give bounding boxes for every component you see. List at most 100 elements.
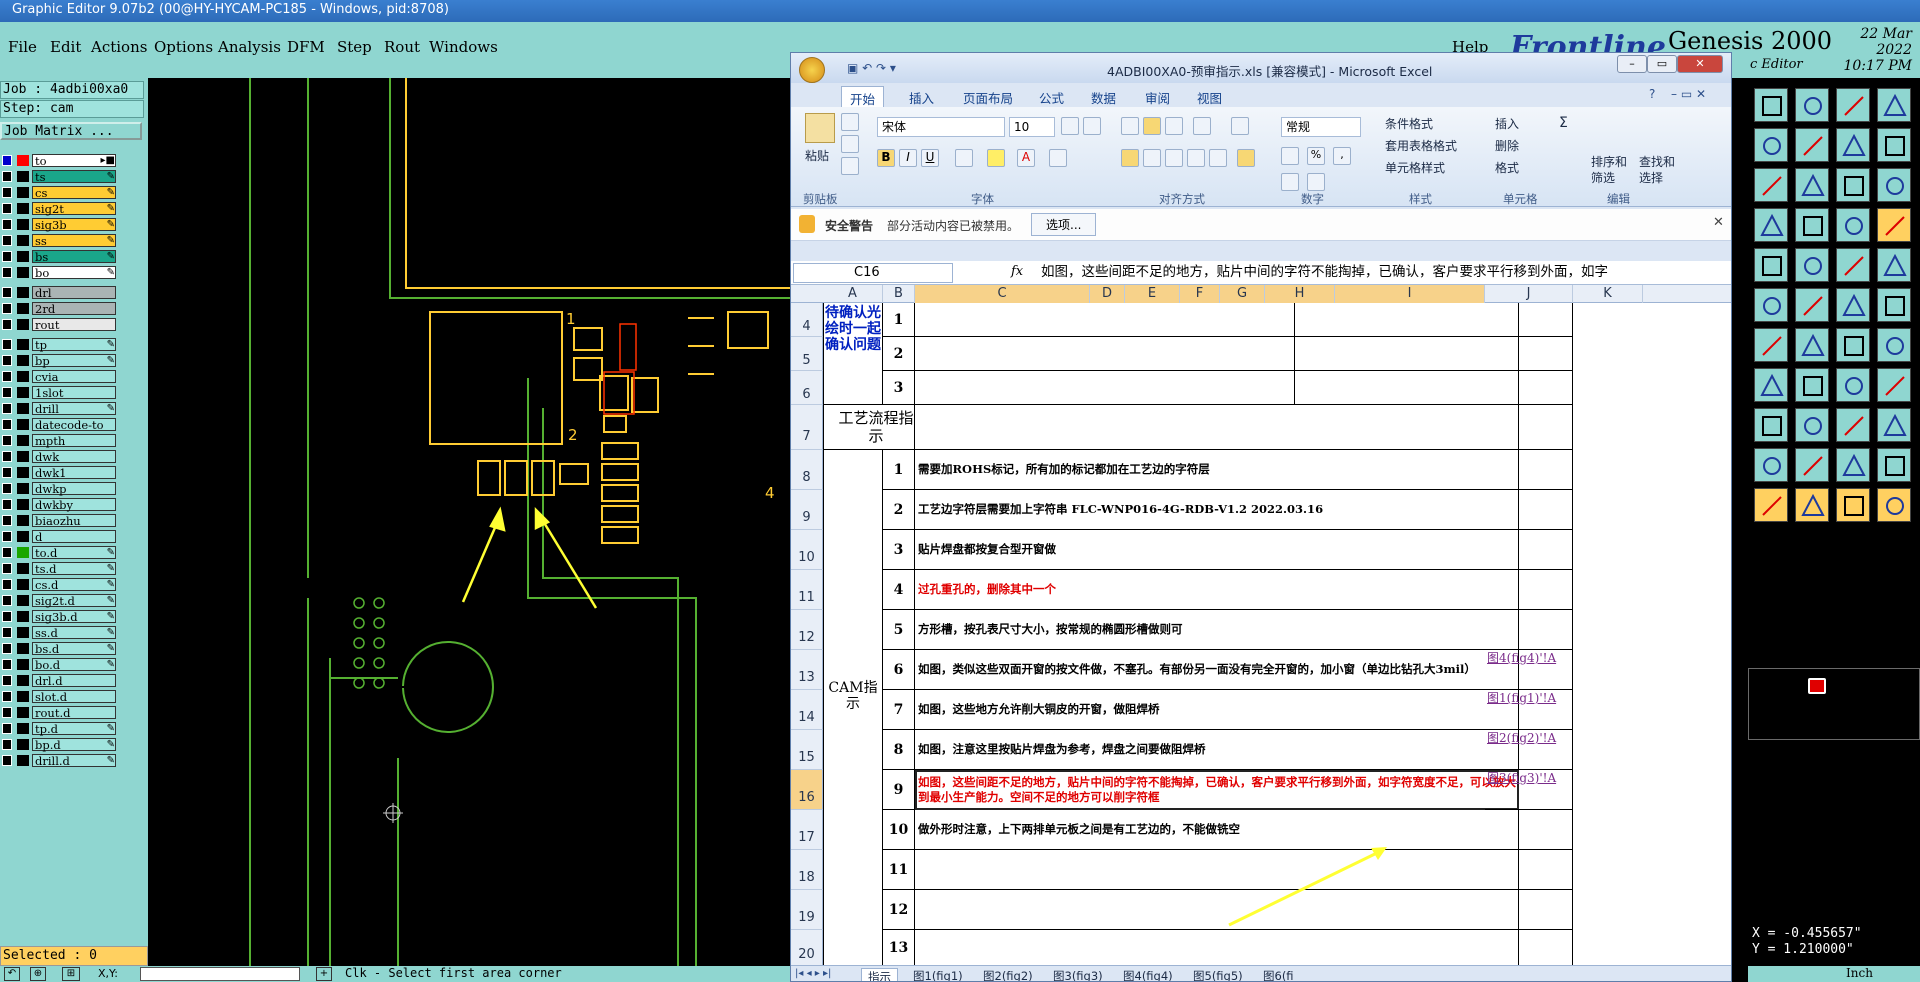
layer-name[interactable]: bs.d	[32, 642, 116, 656]
cam-item-link[interactable]	[1485, 850, 1573, 890]
layer-row[interactable]: to.d ✎	[0, 546, 118, 560]
menu-actions[interactable]: Actions	[91, 38, 147, 56]
layer-color-swatch[interactable]	[17, 303, 29, 314]
layer-row[interactable]: bp ✎	[0, 354, 118, 368]
pending-text-cell[interactable]	[915, 337, 1295, 371]
column-header[interactable]: E	[1125, 285, 1180, 303]
pending-text-cell[interactable]	[915, 303, 1295, 337]
cam-item-text[interactable]	[915, 930, 1519, 966]
cam-item-link[interactable]	[1485, 450, 1573, 490]
layer-checkbox[interactable]	[2, 515, 12, 526]
sheet-tab[interactable]: 图4(fig4)	[1123, 968, 1173, 981]
row-header[interactable]: 8	[791, 450, 823, 490]
layer-color-swatch[interactable]	[17, 419, 29, 430]
fx-icon[interactable]: fx	[1011, 264, 1023, 279]
cam-item-text[interactable]: 贴片焊盘都按复合型开窗做	[915, 530, 1519, 570]
tool-button-icon[interactable]	[1877, 328, 1911, 362]
cam-item-text[interactable]: 如图，这些地方允许削大铜皮的开窗，做阻焊桥	[915, 690, 1519, 730]
tool-button-icon[interactable]	[1877, 208, 1911, 242]
layer-row[interactable]: datecode-to	[0, 418, 118, 432]
font-name-select[interactable]: 宋体	[877, 117, 1005, 137]
sort-filter-button[interactable]: 排序和	[1591, 153, 1627, 170]
layer-checkbox[interactable]	[2, 547, 12, 558]
row-header[interactable]: 6	[791, 371, 823, 405]
column-header[interactable]: D	[1090, 285, 1125, 303]
pending-section-cell[interactable]: 待确认光绘时一起确认问题	[823, 303, 883, 405]
layer-checkbox[interactable]	[2, 675, 12, 686]
layer-color-swatch[interactable]	[17, 371, 29, 382]
layer-checkbox[interactable]	[2, 627, 12, 638]
layer-row[interactable]: ss.d ✎	[0, 626, 118, 640]
layer-name[interactable]: drill	[32, 402, 116, 416]
tool-button-icon[interactable]	[1754, 488, 1788, 522]
cell-style-button[interactable]: 单元格样式	[1385, 159, 1445, 176]
job-matrix-button[interactable]: Job Matrix ...	[0, 122, 142, 140]
tool-button-icon[interactable]	[1877, 368, 1911, 402]
row-header[interactable]: 15	[791, 730, 823, 770]
layer-name[interactable]: bo	[32, 266, 116, 280]
tool-button-icon[interactable]	[1877, 408, 1911, 442]
menu-file[interactable]: File	[8, 38, 37, 56]
cam-item-number[interactable]: 11	[883, 850, 915, 890]
layer-color-swatch[interactable]	[17, 643, 29, 654]
cam-item-number[interactable]: 8	[883, 730, 915, 770]
layer-row[interactable]: bo ✎	[0, 266, 118, 280]
grow-font-icon[interactable]	[1061, 117, 1079, 135]
tool-button-icon[interactable]	[1836, 368, 1870, 402]
align-left-icon[interactable]	[1121, 149, 1139, 167]
zoom-icon[interactable]: ⊕	[30, 967, 46, 981]
layer-name[interactable]: dwkby	[32, 498, 116, 512]
layer-name[interactable]: cs.d	[32, 578, 116, 592]
layer-row[interactable]: bp.d ✎	[0, 738, 118, 752]
layer-color-swatch[interactable]	[17, 691, 29, 702]
layer-color-swatch[interactable]	[17, 155, 29, 166]
layer-name[interactable]: rout	[32, 318, 116, 332]
sheet-tab[interactable]: 图6(fi	[1263, 968, 1294, 981]
cam-item-text[interactable]	[915, 850, 1519, 890]
layer-row[interactable]: sig3b.d ✎	[0, 610, 118, 624]
row-header[interactable]: 18	[791, 850, 823, 890]
cam-item-number[interactable]: 13	[883, 930, 915, 966]
layer-row[interactable]: rout.d	[0, 706, 118, 720]
tool-button-icon[interactable]	[1795, 168, 1829, 202]
tool-button-icon[interactable]	[1795, 488, 1829, 522]
cam-item-number[interactable]: 2	[883, 490, 915, 530]
tool-button-icon[interactable]	[1754, 368, 1788, 402]
tool-button-icon[interactable]	[1836, 328, 1870, 362]
layer-name[interactable]: tp	[32, 338, 116, 352]
layer-name[interactable]: cs	[32, 186, 116, 200]
tool-button-icon[interactable]	[1795, 328, 1829, 362]
process-section-cell[interactable]: 工艺流程指示	[823, 405, 915, 450]
layer-row[interactable]: tp.d ✎	[0, 722, 118, 736]
layer-checkbox[interactable]	[2, 387, 12, 398]
layer-checkbox[interactable]	[2, 467, 12, 478]
sheet-grid[interactable]: ABCDEFGHIJK 4 5 6 7 8 9 10 11 12 13 14 15 16 17 18 19 20…	[791, 285, 1731, 966]
column-header[interactable]: H	[1265, 285, 1335, 303]
tool-button-icon[interactable]	[1877, 168, 1911, 202]
layer-checkbox[interactable]	[2, 303, 12, 314]
layer-row[interactable]: ss ✎	[0, 234, 118, 248]
layer-color-swatch[interactable]	[17, 531, 29, 542]
cam-item-number[interactable]: 6	[883, 650, 915, 690]
ruler-icon[interactable]: ⊞	[62, 967, 80, 981]
tool-button-icon[interactable]	[1836, 208, 1870, 242]
layer-color-swatch[interactable]	[17, 251, 29, 262]
cam-item-link[interactable]: 图3(fig3)'!A	[1485, 770, 1573, 810]
paste-label[interactable]: 粘贴	[805, 147, 829, 164]
cam-item-text[interactable]: 如图，注意这里按贴片焊盘为参考，焊盘之间要做阻焊桥	[915, 730, 1519, 770]
pending-number-cell[interactable]: 3	[883, 371, 915, 405]
layer-checkbox[interactable]	[2, 171, 12, 182]
row-header[interactable]: 7	[791, 405, 823, 450]
layer-color-swatch[interactable]	[17, 483, 29, 494]
layer-color-swatch[interactable]	[17, 739, 29, 750]
pcb-canvas[interactable]: 1 2 4	[148, 78, 790, 966]
layer-row[interactable]: cvia	[0, 370, 118, 384]
layer-checkbox[interactable]	[2, 499, 12, 510]
column-header[interactable]: K	[1573, 285, 1643, 303]
layer-name[interactable]: mpth	[32, 434, 116, 448]
sheet-tab[interactable]: 指示	[861, 968, 898, 981]
sheet-tab[interactable]: 图3(fig3)	[1053, 968, 1103, 981]
layer-checkbox[interactable]	[2, 707, 12, 718]
cut-icon[interactable]	[841, 113, 859, 131]
layer-name[interactable]: biaozhu	[32, 514, 116, 528]
